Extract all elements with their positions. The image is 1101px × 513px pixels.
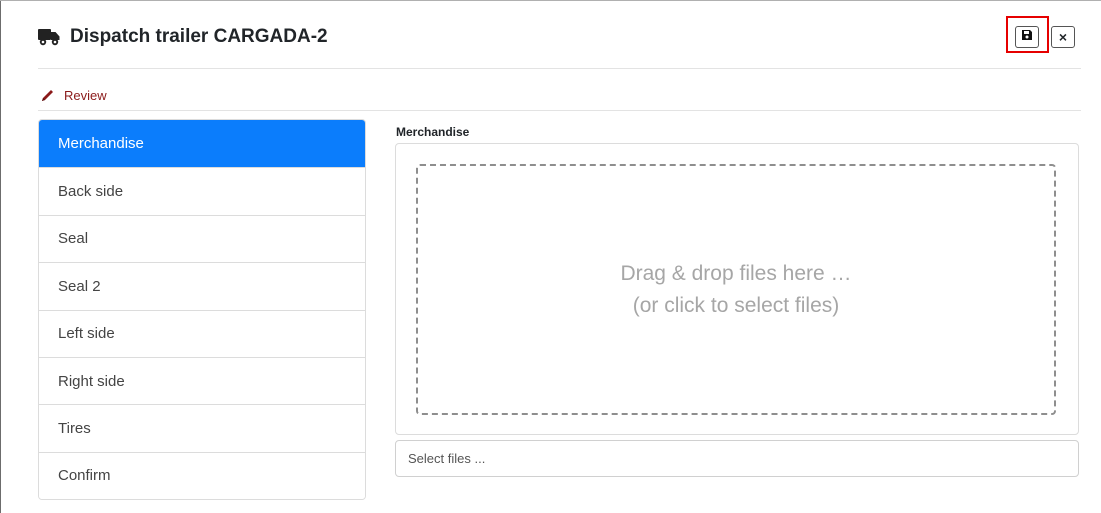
file-dropzone[interactable]: Drag & drop files here … (or click to se…	[416, 164, 1056, 415]
tab-label: Seal 2	[58, 277, 101, 295]
pencil-icon	[40, 89, 56, 103]
dropzone-text-1: Drag & drop files here …	[620, 262, 852, 285]
tab-label: Tires	[58, 420, 91, 438]
tab-label: Merchandise	[58, 135, 144, 153]
select-files-input[interactable]	[395, 440, 1079, 477]
review-row: Review	[38, 88, 1081, 111]
tab-right-side[interactable]: Right side	[39, 356, 365, 405]
floppy-disk-icon	[1021, 28, 1033, 46]
tab-label: Back side	[58, 183, 124, 201]
tab-seal[interactable]: Seal	[39, 214, 365, 263]
tab-left-side[interactable]: Left side	[39, 309, 365, 357]
step-tabs: Merchandise Back side Seal Seal 2 Left s…	[38, 119, 366, 501]
tab-confirm[interactable]: Confirm	[39, 451, 365, 500]
section-label: Merchandise	[396, 125, 470, 139]
tab-label: Left side	[58, 325, 115, 343]
tab-tires[interactable]: Tires	[39, 404, 365, 452]
close-icon: ×	[1058, 29, 1068, 45]
tab-seal-2[interactable]: Seal 2	[39, 262, 365, 310]
save-button[interactable]	[1015, 26, 1039, 48]
review-label: Review	[64, 88, 107, 103]
tab-back-side[interactable]: Back side	[39, 167, 365, 215]
truck-icon	[38, 28, 60, 46]
tab-merchandise[interactable]: Merchandise	[39, 120, 365, 168]
dropzone-text-2: (or click to select files)	[632, 293, 840, 317]
file-upload-panel: Drag & drop files here … (or click to se…	[395, 143, 1079, 435]
title-group: Dispatch trailer CARGADA-2	[38, 26, 328, 48]
tab-label: Confirm	[58, 467, 111, 485]
modal-header: Dispatch trailer CARGADA-2 ×	[38, 16, 1081, 69]
window-left-border	[0, 0, 1, 513]
window-top-border	[0, 0, 1101, 1]
review-link[interactable]: Review	[38, 88, 107, 103]
page-title: Dispatch trailer CARGADA-2	[70, 26, 328, 47]
tab-label: Right side	[58, 372, 125, 390]
close-button[interactable]: ×	[1051, 26, 1075, 48]
tab-label: Seal	[58, 230, 89, 248]
